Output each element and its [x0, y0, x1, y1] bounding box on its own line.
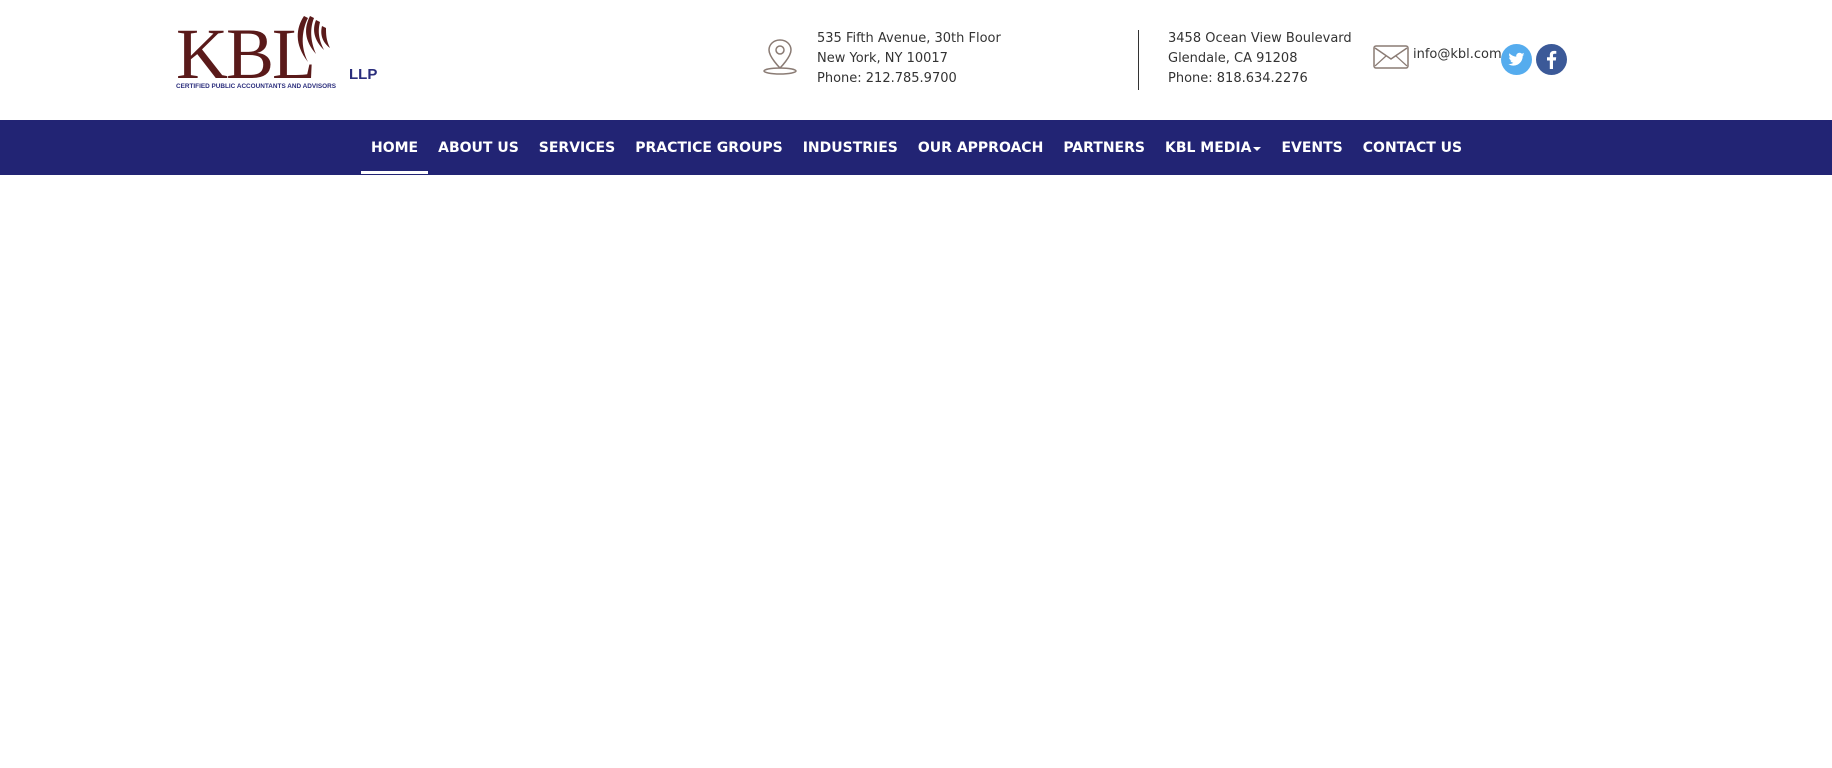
header-divider — [1138, 30, 1139, 90]
nav-our-approach[interactable]: OUR APPROACH — [908, 120, 1053, 175]
twitter-icon[interactable] — [1501, 44, 1532, 75]
address-line: Glendale, CA 91208 — [1168, 51, 1298, 66]
nav-label: PRACTICE GROUPS — [635, 139, 783, 156]
site-header: KBL LLP CERTIFIED PUBLIC ACCOUNTANTS AND… — [0, 0, 1832, 120]
nav-events[interactable]: EVENTS — [1271, 120, 1352, 175]
address-phone: Phone: 818.634.2276 — [1168, 71, 1308, 86]
nav-about-us[interactable]: ABOUT US — [428, 120, 529, 175]
caret-down-icon — [1253, 146, 1262, 151]
nav-label: EVENTS — [1281, 139, 1343, 156]
nav-industries[interactable]: INDUSTRIES — [793, 120, 908, 175]
kbl-logo-mark: KBL LLP CERTIFIED PUBLIC ACCOUNTANTS AND… — [176, 14, 377, 90]
nav-contact-us[interactable]: CONTACT US — [1353, 120, 1472, 175]
office-address-new-york: 535 Fifth Avenue, 30th Floor New York, N… — [817, 29, 1001, 89]
nav-label: HOME — [371, 139, 419, 156]
logo-suffix-text: LLP — [349, 66, 377, 83]
nav-kbl-media-dropdown[interactable]: KBL MEDIA — [1155, 120, 1271, 175]
facebook-icon[interactable] — [1536, 44, 1567, 75]
nav-practice-groups[interactable]: PRACTICE GROUPS — [625, 120, 793, 175]
nav-label: PARTNERS — [1063, 139, 1145, 156]
office-address-glendale: 3458 Ocean View Boulevard Glendale, CA 9… — [1168, 29, 1352, 89]
page-content — [0, 175, 1832, 768]
nav-label: INDUSTRIES — [802, 139, 898, 156]
address-line: 535 Fifth Avenue, 30th Floor — [817, 31, 1001, 46]
address-phone: Phone: 212.785.9700 — [817, 71, 957, 86]
nav-label: KBL MEDIA — [1164, 139, 1252, 156]
logo-tagline-text: CERTIFIED PUBLIC ACCOUNTANTS AND ADVISOR… — [176, 83, 337, 90]
nav-label: ABOUT US — [438, 139, 519, 156]
nav-services[interactable]: SERVICES — [529, 120, 625, 175]
email-link[interactable]: info@kbl.com — [1413, 47, 1502, 62]
nav-label: CONTACT US — [1362, 139, 1463, 156]
kbl-logo[interactable]: KBL LLP CERTIFIED PUBLIC ACCOUNTANTS AND… — [176, 10, 382, 90]
main-nav: HOME ABOUT US SERVICES PRACTICE GROUPS I… — [361, 120, 1472, 175]
address-line: 3458 Ocean View Boulevard — [1168, 31, 1352, 46]
nav-label: OUR APPROACH — [917, 139, 1044, 156]
main-navbar: HOME ABOUT US SERVICES PRACTICE GROUPS I… — [0, 120, 1832, 175]
envelope-icon — [1373, 45, 1409, 69]
nav-label: SERVICES — [538, 139, 616, 156]
map-pin-icon — [762, 38, 798, 76]
logo-brand-text: KBL — [176, 14, 314, 90]
nav-partners[interactable]: PARTNERS — [1053, 120, 1155, 175]
nav-home[interactable]: HOME — [361, 120, 429, 175]
address-line: New York, NY 10017 — [817, 51, 948, 66]
